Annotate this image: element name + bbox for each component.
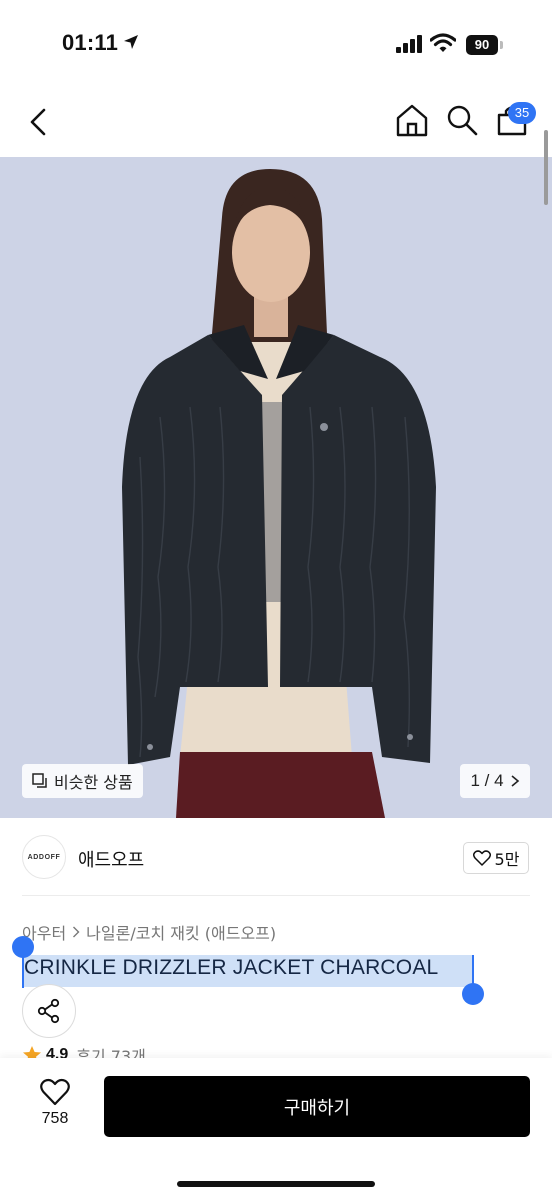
chevron-right-icon — [73, 926, 80, 938]
wishlist-button[interactable]: 758 — [32, 1078, 78, 1138]
similar-products-button[interactable]: 비슷한 상품 — [22, 764, 143, 798]
brand-like-button[interactable]: 5만 — [463, 842, 529, 874]
cart-count-badge: 35 — [508, 102, 536, 124]
status-time: 01:11 — [62, 30, 119, 55]
product-image[interactable] — [0, 157, 552, 818]
breadcrumb-subcategory[interactable]: 나일론/코치 재킷 (애드오프) — [86, 920, 276, 944]
copy-icon — [32, 773, 47, 788]
share-icon — [37, 998, 60, 1024]
divider — [22, 895, 530, 896]
cellular-signal-icon — [396, 35, 422, 53]
wifi-icon — [430, 33, 456, 52]
heart-icon — [472, 850, 491, 866]
image-pager[interactable]: 1 / 4 — [460, 764, 530, 798]
heart-icon — [40, 1078, 70, 1106]
brand-logo[interactable]: ADDOFF — [22, 835, 66, 879]
battery-level: 90 — [466, 35, 498, 55]
selection-handle-end[interactable] — [462, 983, 484, 1005]
home-icon[interactable] — [394, 102, 430, 138]
home-indicator — [177, 1181, 375, 1187]
selection-handle-start[interactable] — [12, 936, 34, 958]
brand-like-count: 5만 — [494, 850, 520, 869]
buy-button[interactable]: 구매하기 — [104, 1076, 530, 1137]
pager-text: 1 / 4 — [470, 771, 504, 790]
battery-indicator: 90 — [466, 35, 504, 55]
brand-name[interactable]: 애드오프 — [78, 846, 144, 872]
product-photo — [0, 157, 552, 818]
search-icon[interactable] — [444, 102, 480, 138]
breadcrumb: 아우터 나일론/코치 재킷 (애드오프) — [22, 920, 276, 944]
product-title[interactable]: CRINKLE DRIZZLER JACKET CHARCOAL — [24, 956, 438, 980]
buy-button-label: 구매하기 — [283, 1097, 351, 1119]
location-arrow-icon — [124, 35, 138, 49]
share-button[interactable] — [22, 984, 76, 1038]
back-icon[interactable] — [22, 104, 58, 140]
similar-products-label: 비슷한 상품 — [54, 773, 133, 792]
chevron-right-icon — [511, 775, 519, 787]
scroll-indicator — [544, 130, 548, 205]
wishlist-count: 758 — [41, 1110, 69, 1127]
